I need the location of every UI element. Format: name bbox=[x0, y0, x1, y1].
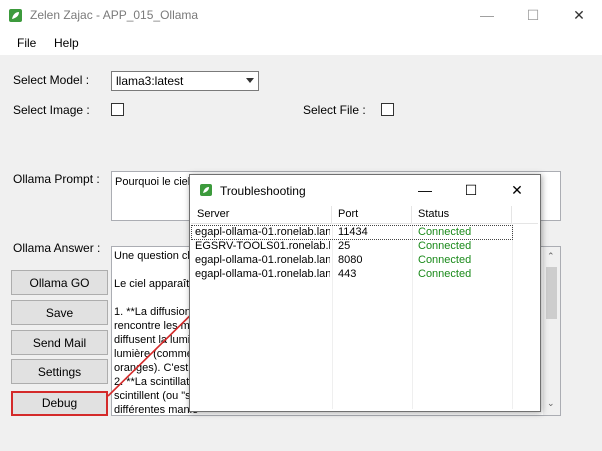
answer-line: Le ciel apparaît bbox=[114, 278, 190, 290]
troubleshooting-title: Troubleshooting bbox=[220, 184, 306, 198]
close-icon[interactable]: ✕ bbox=[556, 0, 602, 31]
chevron-down-icon[interactable]: ⌄ bbox=[547, 398, 555, 409]
table-row[interactable]: egapl-ollama-01.ronelab.lan 8080 Connect… bbox=[191, 253, 538, 267]
select-image-checkbox[interactable] bbox=[111, 103, 124, 116]
cell-server: egapl-ollama-01.ronelab.lan bbox=[195, 268, 330, 280]
scrollbar-thumb[interactable] bbox=[546, 267, 557, 319]
menu-help[interactable]: Help bbox=[54, 36, 79, 50]
table-row[interactable]: EGSRV-TOOLS01.ronelab.lan 25 Connected bbox=[191, 239, 538, 253]
maximize-icon[interactable]: ☐ bbox=[448, 175, 494, 205]
close-icon[interactable]: ✕ bbox=[494, 175, 540, 205]
app-leaf-icon bbox=[9, 9, 22, 22]
chevron-down-icon bbox=[246, 78, 254, 83]
cell-status: Connected bbox=[418, 254, 472, 266]
cell-port: 25 bbox=[338, 240, 351, 252]
cell-server: EGSRV-TOOLS01.ronelab.lan bbox=[195, 240, 330, 252]
select-file-checkbox[interactable] bbox=[381, 103, 394, 116]
debug-button[interactable]: Debug bbox=[11, 391, 108, 416]
column-server[interactable]: Server bbox=[191, 206, 332, 223]
prompt-text: Pourquoi le ciel bbox=[115, 176, 191, 188]
answer-line: Une question cla bbox=[114, 250, 196, 262]
table-row[interactable]: egapl-ollama-01.ronelab.lan 11434 Connec… bbox=[191, 225, 538, 240]
cell-port: 443 bbox=[338, 268, 357, 280]
save-button[interactable]: Save bbox=[11, 300, 108, 325]
cell-status: Connected bbox=[418, 226, 472, 238]
answer-scrollbar[interactable]: ⌃ ⌄ bbox=[543, 247, 560, 415]
list-header: Server Port Status bbox=[191, 206, 538, 224]
cell-server: egapl-ollama-01.ronelab.lan bbox=[195, 254, 330, 266]
send-mail-button[interactable]: Send Mail bbox=[11, 330, 108, 355]
app-leaf-icon bbox=[200, 184, 212, 196]
window-title: Zelen Zajac - APP_015_Ollama bbox=[30, 8, 199, 22]
cell-port: 8080 bbox=[338, 254, 363, 266]
cell-status: Connected bbox=[418, 268, 472, 280]
maximize-icon[interactable]: ☐ bbox=[510, 0, 556, 31]
menu-bar: File Help bbox=[0, 31, 602, 55]
ollama-go-button[interactable]: Ollama GO bbox=[11, 270, 108, 295]
select-image-label: Select Image : bbox=[13, 103, 90, 117]
settings-button[interactable]: Settings bbox=[11, 359, 108, 384]
minimize-icon[interactable]: — bbox=[464, 0, 510, 31]
answer-line bbox=[114, 263, 198, 277]
troubleshooting-window: Troubleshooting — ☐ ✕ Server Port Status… bbox=[189, 174, 541, 412]
troubleshooting-title-bar: Troubleshooting — ☐ ✕ bbox=[190, 175, 540, 205]
server-list[interactable]: Server Port Status egapl-ollama-01.ronel… bbox=[191, 206, 538, 409]
column-port[interactable]: Port bbox=[332, 206, 412, 223]
cell-server: egapl-ollama-01.ronelab.lan bbox=[195, 226, 330, 238]
chevron-up-icon[interactable]: ⌃ bbox=[547, 251, 555, 262]
column-status[interactable]: Status bbox=[412, 206, 512, 223]
prompt-label: Ollama Prompt : bbox=[13, 172, 100, 186]
table-row[interactable]: egapl-ollama-01.ronelab.lan 443 Connecte… bbox=[191, 267, 538, 281]
minimize-icon[interactable]: — bbox=[402, 175, 448, 205]
model-select-value: llama3:latest bbox=[116, 74, 184, 88]
select-model-label: Select Model : bbox=[13, 73, 90, 87]
model-select[interactable]: llama3:latest bbox=[111, 71, 259, 91]
cell-port: 11434 bbox=[338, 226, 368, 238]
title-bar: Zelen Zajac - APP_015_Ollama — ☐ ✕ bbox=[0, 0, 602, 31]
cell-status: Connected bbox=[418, 240, 472, 252]
select-file-label: Select File : bbox=[303, 103, 366, 117]
menu-file[interactable]: File bbox=[17, 36, 36, 50]
answer-label: Ollama Answer : bbox=[13, 241, 101, 255]
